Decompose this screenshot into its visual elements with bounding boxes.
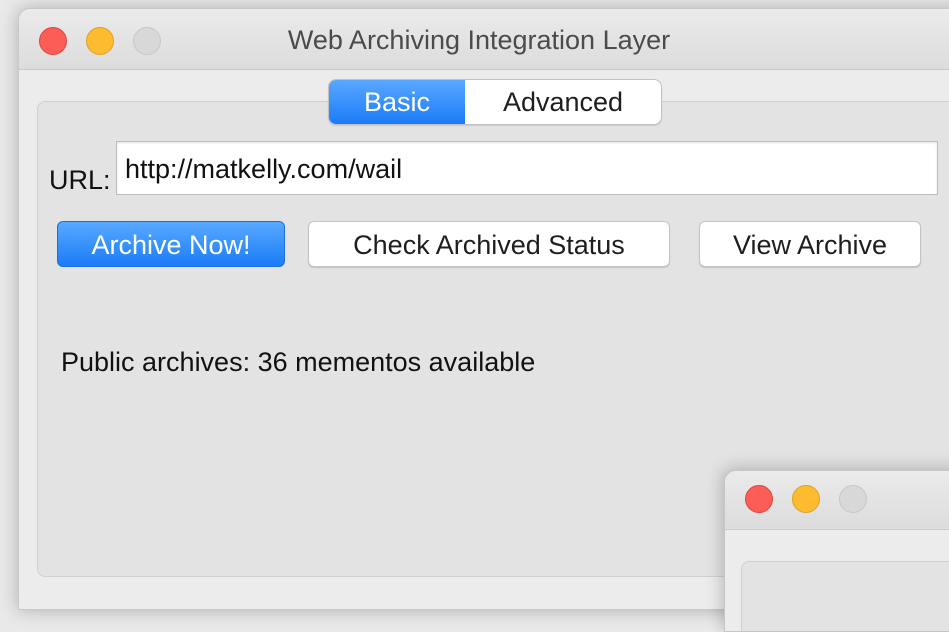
- url-label: URL:: [49, 165, 111, 195]
- secondary-window[interactable]: [724, 470, 949, 632]
- status-text: Public archives: 36 mementos available: [61, 347, 536, 377]
- check-archived-status-button[interactable]: Check Archived Status: [308, 221, 670, 267]
- tab-switcher: Basic Advanced: [328, 79, 662, 125]
- url-input[interactable]: http://matkelly.com/wail: [116, 141, 938, 195]
- view-archive-button[interactable]: View Archive: [699, 221, 921, 267]
- secondary-minimize-button[interactable]: [792, 485, 820, 513]
- archive-now-button[interactable]: Archive Now!: [57, 221, 285, 267]
- secondary-close-button[interactable]: [745, 485, 773, 513]
- secondary-title-bar[interactable]: [725, 471, 949, 530]
- tab-basic[interactable]: Basic: [329, 80, 465, 124]
- window-title: Web Archiving Integration Layer: [287, 25, 671, 55]
- title-bar[interactable]: Web Archiving Integration Layer: [19, 9, 949, 70]
- tab-advanced[interactable]: Advanced: [465, 80, 661, 124]
- secondary-maximize-button: [839, 485, 867, 513]
